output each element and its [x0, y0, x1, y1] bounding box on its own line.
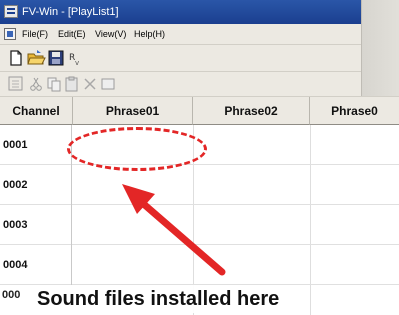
table-row[interactable]: 0002	[0, 165, 399, 205]
insert-row-icon[interactable]	[6, 74, 26, 94]
desktop-background	[361, 0, 399, 96]
channel-cell: 0003	[0, 205, 72, 245]
channel-cell: 0002	[0, 165, 72, 205]
playlist-grid: Channel Phrase01 Phrase02 Phrase0 0001 0…	[0, 97, 399, 315]
new-document-icon[interactable]	[6, 48, 26, 68]
cut-icon[interactable]	[26, 74, 46, 94]
menu-help[interactable]: Help(H)	[134, 24, 165, 44]
open-folder-icon[interactable]	[26, 48, 46, 68]
menu-edit[interactable]: Edit(E)	[58, 24, 86, 44]
window-title: FV-Win - [PlayList1]	[22, 6, 119, 18]
document-menu-icon[interactable]	[4, 28, 16, 40]
column-header-phrase02[interactable]: Phrase02	[193, 97, 310, 125]
delete-icon[interactable]	[80, 74, 100, 94]
menu-bar: File(F) Edit(E) View(V) Help(H)	[0, 24, 399, 45]
channel-cell-partial: 000	[2, 289, 21, 301]
main-toolbar: R v	[0, 45, 399, 72]
edit-toolbar	[0, 72, 399, 97]
column-header-channel[interactable]: Channel	[0, 97, 73, 125]
column-header-phrase01[interactable]: Phrase01	[73, 97, 193, 125]
table-row[interactable]: 0004	[0, 245, 399, 285]
highlight-ellipse	[67, 127, 207, 171]
clear-icon[interactable]	[98, 74, 118, 94]
column-header-phrase03[interactable]: Phrase0	[310, 97, 399, 125]
title-bar: FV-Win - [PlayList1]	[0, 0, 399, 24]
menu-view[interactable]: View(V)	[95, 24, 126, 44]
annotation-caption-bar: 000 Sound files installed here	[0, 285, 399, 313]
annotation-caption: Sound files installed here	[37, 285, 284, 313]
copy-icon[interactable]	[44, 74, 64, 94]
fv-win-window: FV-Win - [PlayList1] File(F) Edit(E) Vie…	[0, 0, 399, 315]
table-row[interactable]: 0003	[0, 205, 399, 245]
app-icon	[4, 5, 18, 18]
svg-text:v: v	[75, 59, 79, 67]
paste-icon[interactable]	[62, 74, 82, 94]
save-icon[interactable]	[46, 48, 66, 68]
menu-file[interactable]: File(F)	[22, 24, 48, 44]
properties-icon[interactable]: R v	[66, 48, 86, 68]
channel-cell: 0001	[0, 125, 72, 165]
channel-cell: 0004	[0, 245, 72, 285]
